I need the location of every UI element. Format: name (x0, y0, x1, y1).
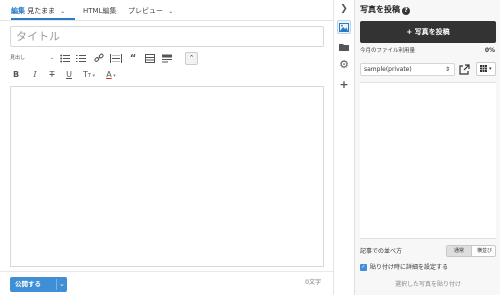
italic-icon: I (33, 70, 37, 79)
external-link-icon[interactable] (459, 64, 470, 75)
tab-wysiwyg-label: 見たまま (27, 7, 56, 15)
tab-html-edit-label: HTML編集 (83, 7, 117, 15)
help-icon[interactable]: ? (402, 7, 410, 15)
toolbar-row-2: B I T U TT ▾ A ▾ (10, 68, 324, 81)
file-quota-value: 0% (484, 47, 495, 54)
title-input[interactable] (10, 26, 324, 47)
underline-button[interactable]: U (63, 68, 75, 81)
chevron-down-icon: ▾ (487, 66, 492, 72)
tabs-divider (0, 20, 333, 21)
file-quota-label: 今月のファイル利用量 (360, 48, 416, 54)
link-icon[interactable] (92, 52, 106, 65)
heading-select[interactable]: 見出し ⌄ (10, 53, 54, 64)
more-icon[interactable] (160, 52, 174, 65)
editor-mode-tabs: 編集 見たまま ⌄ HTML編集 プレビュー ⌄ (0, 0, 333, 20)
photo-panel: 写真を投稿? + 写真を投稿 今月のファイル利用量 0% sample(priv… (354, 0, 500, 295)
album-select[interactable]: sample(private) ⇕ (360, 63, 455, 76)
tab-preview-label: プレビュー (128, 7, 163, 15)
gear-icon[interactable]: ⚙ (337, 58, 351, 72)
paste-detail-label: 貼り付け時に詳細を設定する (370, 264, 449, 271)
up-down-arrow-icon: ⇕ (444, 66, 450, 73)
chevron-down-icon: ⌄ (49, 55, 54, 61)
sort-label: 記事での並べ方 (360, 248, 403, 255)
plus-icon[interactable]: + (337, 78, 351, 92)
post-photo-button[interactable]: + 写真を投稿 (360, 21, 496, 43)
body-editor-area[interactable] (10, 86, 324, 267)
editor: 編集 見たまま ⌄ HTML編集 プレビュー ⌄ 見出し ⌄ (0, 0, 333, 295)
panel-title-text: 写真を投稿 (360, 5, 400, 14)
table-icon[interactable] (143, 52, 157, 65)
bold-icon: B (12, 70, 20, 79)
chevron-up-icon: ⌃ (188, 54, 195, 62)
chevron-down-icon: ⌄ (168, 8, 174, 15)
strikethrough-icon: T (49, 70, 55, 79)
sort-toggle: 通常 横並び (446, 245, 496, 257)
chevron-down-icon[interactable]: ⌄ (59, 277, 65, 292)
album-select-value: sample(private) (364, 66, 412, 73)
bold-button[interactable]: B (10, 68, 22, 81)
underline-icon: U (66, 70, 72, 79)
horizontal-line-icon[interactable] (109, 52, 123, 65)
paste-selected-photos-button[interactable]: 選択した写真を貼り付け (360, 278, 496, 292)
chevron-right-icon[interactable]: ❯ (337, 2, 351, 16)
publish-button-label: 公開する (15, 280, 41, 288)
paste-detail-checkbox[interactable]: ✓ (360, 264, 367, 271)
toolbar-row-1: 見出し ⌄ “ ⌃ (10, 52, 324, 65)
tab-preview[interactable]: プレビュー ⌄ (128, 5, 173, 17)
chevron-down-icon: ⌄ (60, 8, 66, 15)
panel-title: 写真を投稿? (360, 4, 410, 15)
photo-tab-icon[interactable] (337, 20, 351, 34)
column-divider (333, 0, 334, 295)
publish-button[interactable]: 公開する ⌄ (10, 277, 67, 292)
footer-divider (0, 271, 333, 272)
publish-split-divider (56, 279, 57, 290)
bulleted-list-icon[interactable] (58, 52, 72, 65)
italic-button[interactable]: I (29, 68, 41, 81)
tab-wysiwyg-mode: 編集 (11, 7, 25, 15)
heading-select-value: 見出し (10, 55, 26, 61)
side-rail: ❯ ⚙ + (336, 0, 352, 295)
tab-html-edit[interactable]: HTML編集 (83, 5, 116, 17)
folder-icon[interactable] (337, 40, 351, 54)
numbered-list-icon[interactable] (74, 52, 88, 65)
font-size-button[interactable]: TT ▾ (80, 68, 98, 81)
grid-view-button[interactable]: ▾ (476, 62, 496, 76)
toolbar-collapse-button[interactable]: ⌃ (185, 52, 198, 65)
tab-wysiwyg[interactable]: 編集 見たまま ⌄ (11, 5, 65, 17)
quote-icon[interactable]: “ (126, 52, 140, 65)
font-color-button[interactable]: A ▾ (102, 68, 120, 81)
strikethrough-button[interactable]: T (46, 68, 58, 81)
sort-option-normal[interactable]: 通常 (447, 246, 472, 256)
sort-option-horizontal[interactable]: 横並び (472, 246, 495, 256)
photo-list-area[interactable] (360, 82, 496, 239)
word-count: 0文字 (305, 279, 321, 286)
